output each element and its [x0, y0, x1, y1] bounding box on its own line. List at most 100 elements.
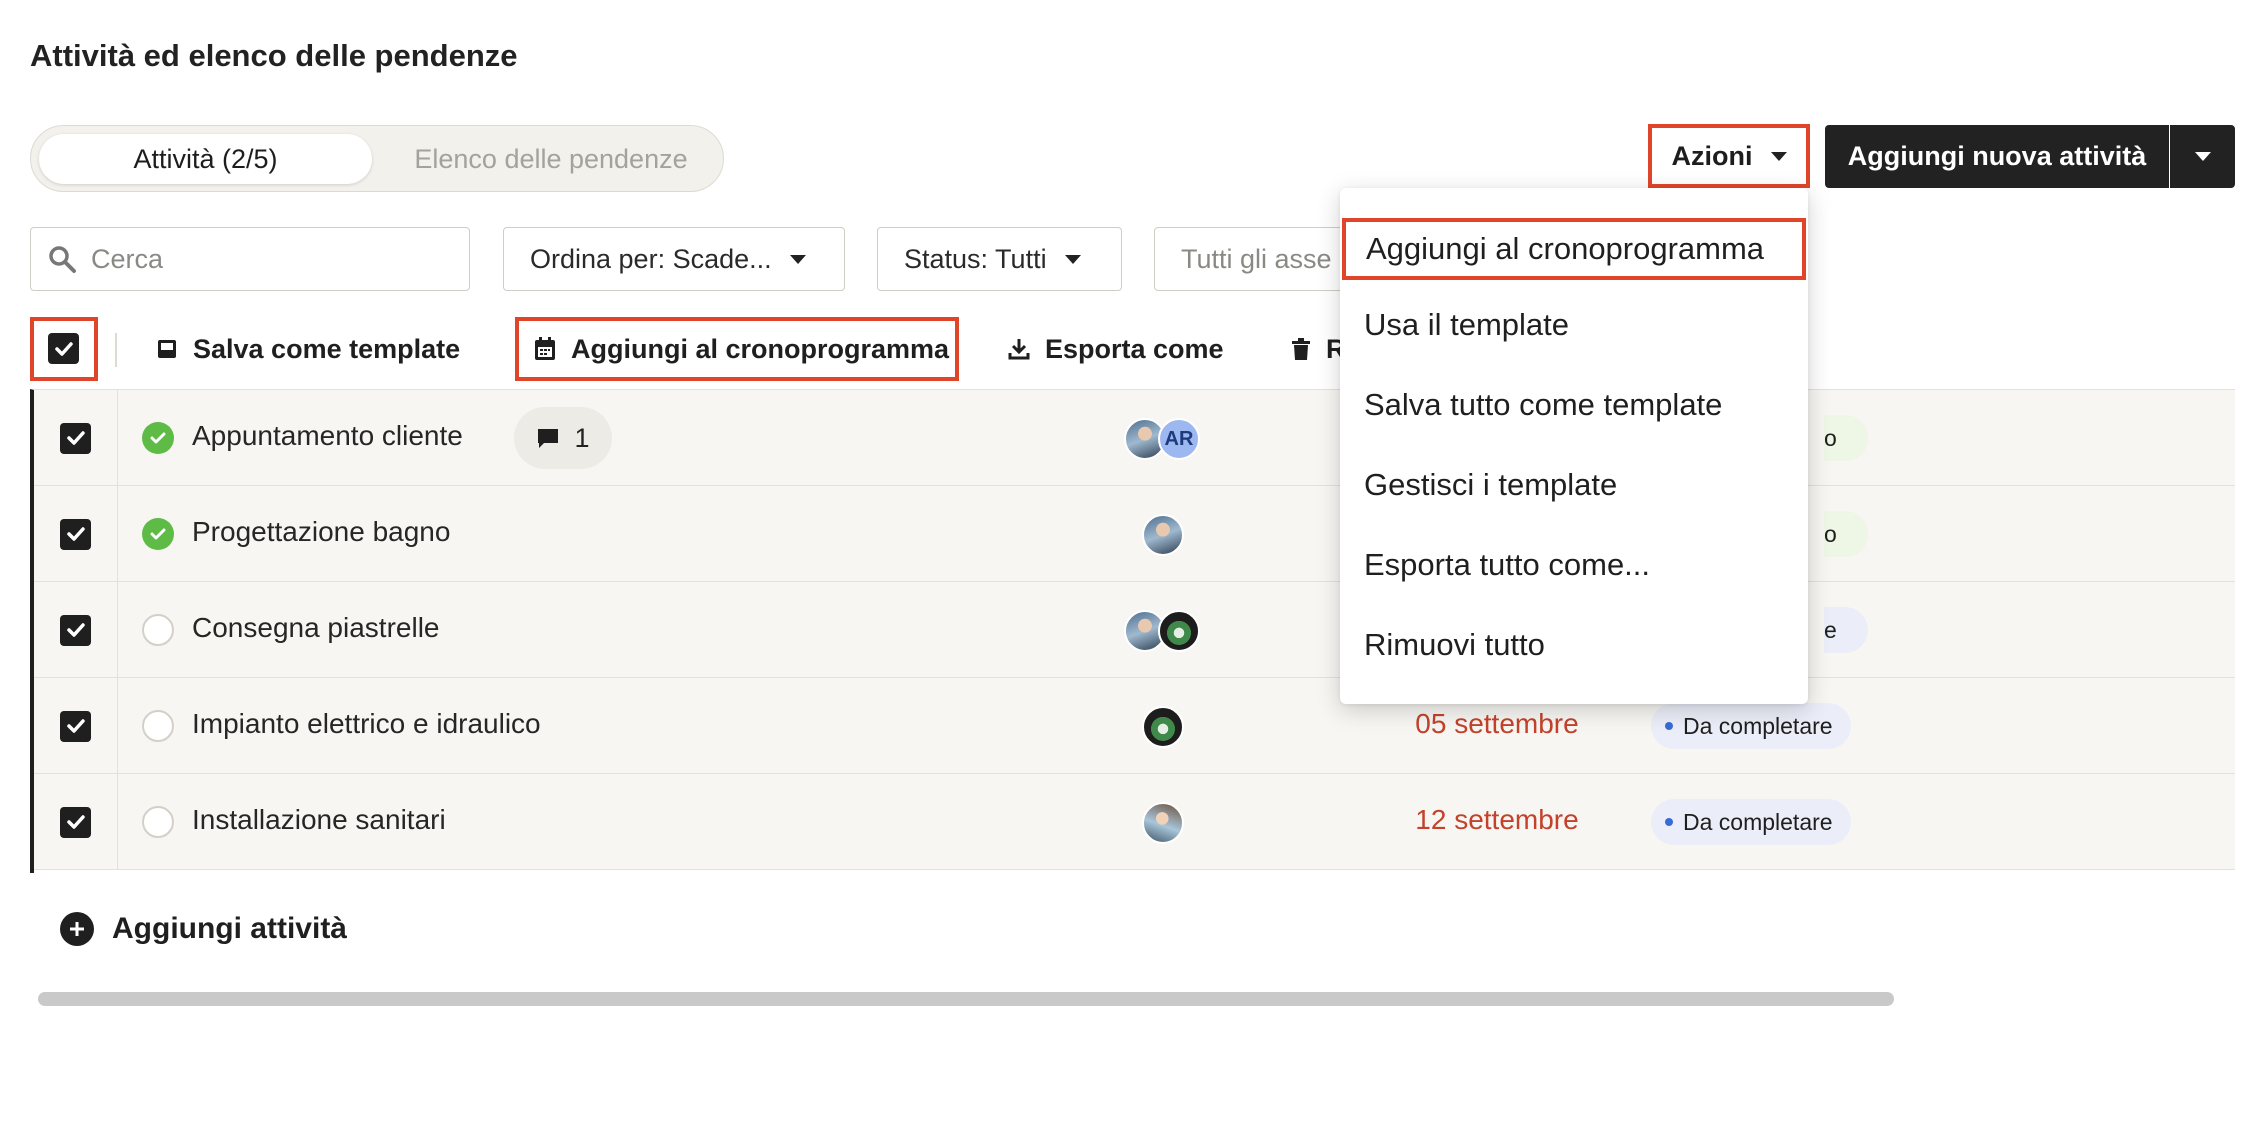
menu-item-manage-templates[interactable]: Gestisci i template — [1340, 454, 1808, 516]
sort-dropdown[interactable]: Ordina per: Scade... — [503, 227, 845, 291]
status-dropdown[interactable]: Status: Tutti — [877, 227, 1122, 291]
task-table: Appuntamento cliente 1 AR o Progettazion… — [30, 389, 2235, 873]
status-badge-label: Da completare — [1683, 712, 1833, 739]
export-as-button[interactable]: Esporta come — [1007, 317, 1224, 381]
menu-item-add-to-schedule[interactable]: Aggiungi al cronoprogramma — [1342, 218, 1806, 280]
check-icon — [66, 719, 85, 733]
divider — [115, 333, 117, 367]
table-row[interactable]: Installazione sanitari 12 settembre Da c… — [34, 774, 2235, 870]
trash-icon — [1292, 338, 1310, 360]
row-check-cell — [34, 774, 118, 870]
comment-count: 1 — [574, 422, 590, 453]
task-name[interactable]: Progettazione bagno — [192, 516, 450, 548]
check-icon — [66, 431, 85, 445]
select-all-checkbox[interactable] — [48, 333, 79, 364]
inbox-icon — [158, 340, 176, 358]
table-row[interactable]: Consegna piastrelle e — [34, 582, 2235, 678]
task-name[interactable]: Impianto elettrico e idraulico — [192, 708, 541, 740]
calendar-icon — [535, 337, 555, 360]
menu-item-save-all-as-template[interactable]: Salva tutto come template — [1340, 374, 1808, 436]
save-as-template-label: Salva come template — [193, 333, 461, 364]
task-name[interactable]: Installazione sanitari — [192, 804, 446, 836]
check-icon — [150, 432, 166, 444]
add-task-label: Aggiungi attività — [112, 912, 347, 945]
azioni-button[interactable]: Azioni — [1648, 124, 1810, 188]
status-label: Status: Tutti — [904, 243, 1047, 274]
check-icon — [54, 341, 73, 356]
table-row[interactable]: Impianto elettrico e idraulico 05 settem… — [34, 678, 2235, 774]
add-to-schedule-label: Aggiungi al cronoprogramma — [571, 333, 950, 364]
task-done-icon[interactable] — [142, 422, 174, 454]
row-check-cell — [34, 486, 118, 582]
comment-count-chip[interactable]: 1 — [514, 407, 612, 469]
tab-attivita[interactable]: Attività (2/5) — [39, 134, 372, 184]
add-task-options-button[interactable] — [2170, 125, 2235, 188]
table-row[interactable]: Progettazione bagno o — [34, 486, 2235, 582]
search-box — [30, 227, 470, 291]
status-badge: e — [1824, 607, 1868, 653]
avatar — [1142, 706, 1184, 748]
plus-circle-icon — [60, 912, 94, 946]
task-name[interactable]: Appuntamento cliente — [192, 420, 463, 452]
due-date[interactable]: 05 settembre — [1382, 708, 1612, 740]
status-badge-label: e — [1824, 616, 1837, 643]
check-icon — [150, 528, 166, 540]
menu-item-export-all[interactable]: Esporta tutto come... — [1340, 534, 1808, 596]
export-as-label: Esporta come — [1045, 333, 1224, 364]
check-icon — [66, 623, 85, 637]
remove-button[interactable]: R — [1290, 317, 1346, 381]
menu-item-use-template[interactable]: Usa il template — [1340, 294, 1808, 356]
add-to-schedule-button[interactable]: Aggiungi al cronoprogramma — [515, 317, 959, 381]
avatar: AR — [1158, 418, 1200, 460]
table-row[interactable]: Appuntamento cliente 1 AR o — [34, 390, 2235, 486]
add-new-task-button[interactable]: Aggiungi nuova attività — [1825, 125, 2169, 188]
task-open-icon[interactable] — [142, 710, 174, 742]
search-icon — [49, 246, 76, 273]
add-task-button[interactable]: Aggiungi attività — [60, 912, 347, 946]
view-toggle: Attività (2/5) Elenco delle pendenze — [30, 125, 724, 192]
avatar — [1142, 802, 1184, 844]
menu-item-remove-all[interactable]: Rimuovi tutto — [1340, 614, 1808, 676]
row-check-cell — [34, 582, 118, 678]
row-check-cell — [34, 678, 118, 774]
azioni-label: Azioni — [1671, 140, 1753, 171]
status-badge-label: Da completare — [1683, 808, 1833, 835]
task-name[interactable]: Consegna piastrelle — [192, 612, 440, 644]
tab-elenco-pendenze[interactable]: Elenco delle pendenze — [391, 134, 711, 184]
save-as-template-button[interactable]: Salva come template — [155, 317, 460, 381]
chevron-down-icon — [789, 254, 806, 264]
search-input[interactable] — [91, 243, 431, 275]
check-icon — [66, 815, 85, 829]
chevron-down-icon — [2194, 152, 2211, 161]
status-dot-icon — [1665, 722, 1673, 730]
check-icon — [66, 527, 85, 541]
assignee-dropdown[interactable]: Tutti gli asse — [1154, 227, 1354, 291]
status-badge-label: o — [1824, 424, 1837, 451]
chevron-down-icon — [1064, 254, 1081, 264]
select-all-wrapper — [30, 317, 98, 381]
status-badge[interactable]: Da completare — [1651, 703, 1851, 749]
download-icon — [1008, 339, 1030, 360]
due-date[interactable]: 12 settembre — [1382, 804, 1612, 836]
avatar — [1158, 610, 1200, 652]
row-checkbox[interactable] — [60, 422, 91, 454]
row-checkbox[interactable] — [60, 806, 91, 838]
row-checkbox[interactable] — [60, 710, 91, 742]
comment-icon — [538, 429, 559, 448]
avatar — [1142, 514, 1184, 556]
row-checkbox[interactable] — [60, 518, 91, 550]
actions-menu: Aggiungi al cronoprogramma Usa il templa… — [1340, 188, 1808, 704]
status-dot-icon — [1665, 818, 1673, 826]
chevron-down-icon — [1770, 151, 1787, 161]
task-open-icon[interactable] — [142, 614, 174, 646]
status-badge: o — [1824, 415, 1868, 461]
page-title: Attività ed elenco delle pendenze — [30, 38, 518, 73]
assignee-label: Tutti gli asse — [1181, 243, 1332, 274]
task-done-icon[interactable] — [142, 518, 174, 550]
status-badge: o — [1824, 511, 1868, 557]
sort-label: Ordina per: Scade... — [530, 243, 772, 274]
task-open-icon[interactable] — [142, 806, 174, 838]
row-checkbox[interactable] — [60, 614, 91, 646]
horizontal-scrollbar[interactable] — [38, 992, 1894, 1006]
status-badge[interactable]: Da completare — [1651, 799, 1851, 845]
